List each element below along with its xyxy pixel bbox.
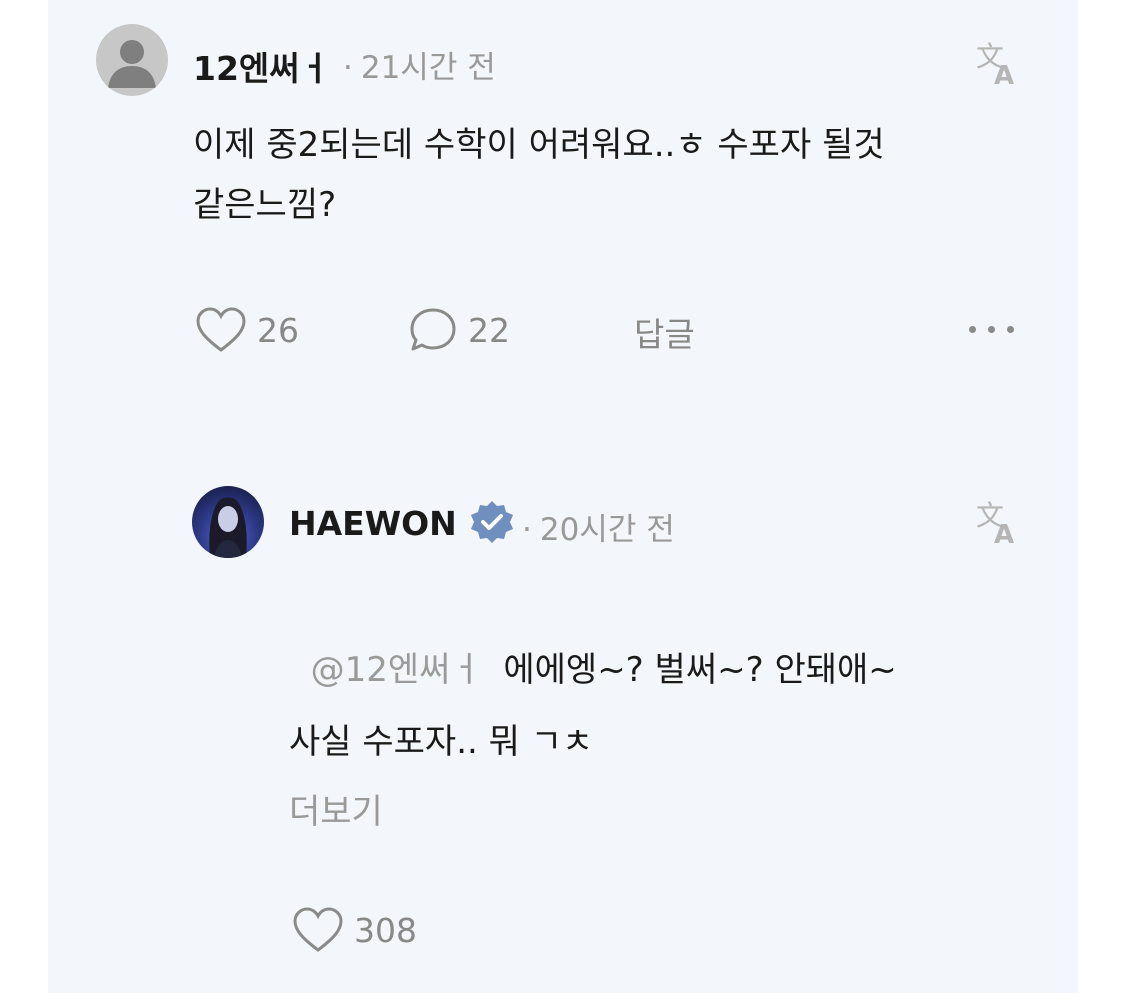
- commenter-avatar[interactable]: [96, 24, 168, 96]
- separator-dot: ·: [343, 50, 353, 86]
- comment-time: 21시간 전: [360, 50, 496, 86]
- heart-icon: [196, 307, 246, 352]
- reply-text-line2: 사실 수포자.. 뭐 ㄱㅊ: [289, 722, 594, 762]
- reply-timestamp: · 20시간 전: [522, 504, 675, 549]
- comment-replies-button[interactable]: 22: [408, 306, 510, 354]
- verified-badge-icon: [471, 501, 513, 543]
- reply-time: 20시간 전: [539, 512, 675, 548]
- reply-username-text: HAEWON: [289, 504, 457, 543]
- translate-icon[interactable]: 文 A: [974, 497, 1022, 545]
- commenter-username[interactable]: 12엔써ㅓ: [193, 42, 330, 90]
- reply-text-line1: @12엔써ㅓ 에에엥~? 벌써~? 안돼애~: [289, 580, 897, 700]
- default-avatar-icon: [108, 40, 156, 88]
- reply-button[interactable]: 답글: [634, 308, 695, 356]
- reply-like-count: 308: [354, 910, 417, 950]
- comment-like-count: 26: [257, 310, 299, 350]
- heart-icon: [293, 907, 343, 952]
- see-more-link[interactable]: 더보기: [289, 782, 383, 842]
- profile-photo: [209, 497, 247, 558]
- separator-dot: ·: [522, 512, 532, 548]
- haewon-avatar[interactable]: [192, 486, 264, 558]
- reply-username[interactable]: HAEWON: [289, 504, 457, 543]
- comment-text: 이제 중2되는데 수학이 어려워요..ㅎ 수포자 될것 같은느낌?: [193, 125, 885, 225]
- translate-icon[interactable]: 文 A: [974, 38, 1022, 86]
- comment-like-button[interactable]: 26: [195, 306, 299, 354]
- comment-timestamp: · 21시간 전: [343, 42, 496, 87]
- svg-text:A: A: [994, 520, 1014, 545]
- reply-text-first: 에에엥~? 벌써~? 안돼애~: [503, 650, 897, 690]
- comment-bubble-icon: [410, 308, 456, 351]
- reply-label: 답글: [634, 315, 695, 354]
- comment-reply-count: 22: [468, 310, 510, 350]
- svg-text:A: A: [994, 61, 1014, 86]
- more-dots-icon[interactable]: [969, 326, 1014, 333]
- mention-link[interactable]: @12엔써ㅓ: [311, 650, 482, 690]
- reply-like-button[interactable]: 308: [292, 906, 417, 954]
